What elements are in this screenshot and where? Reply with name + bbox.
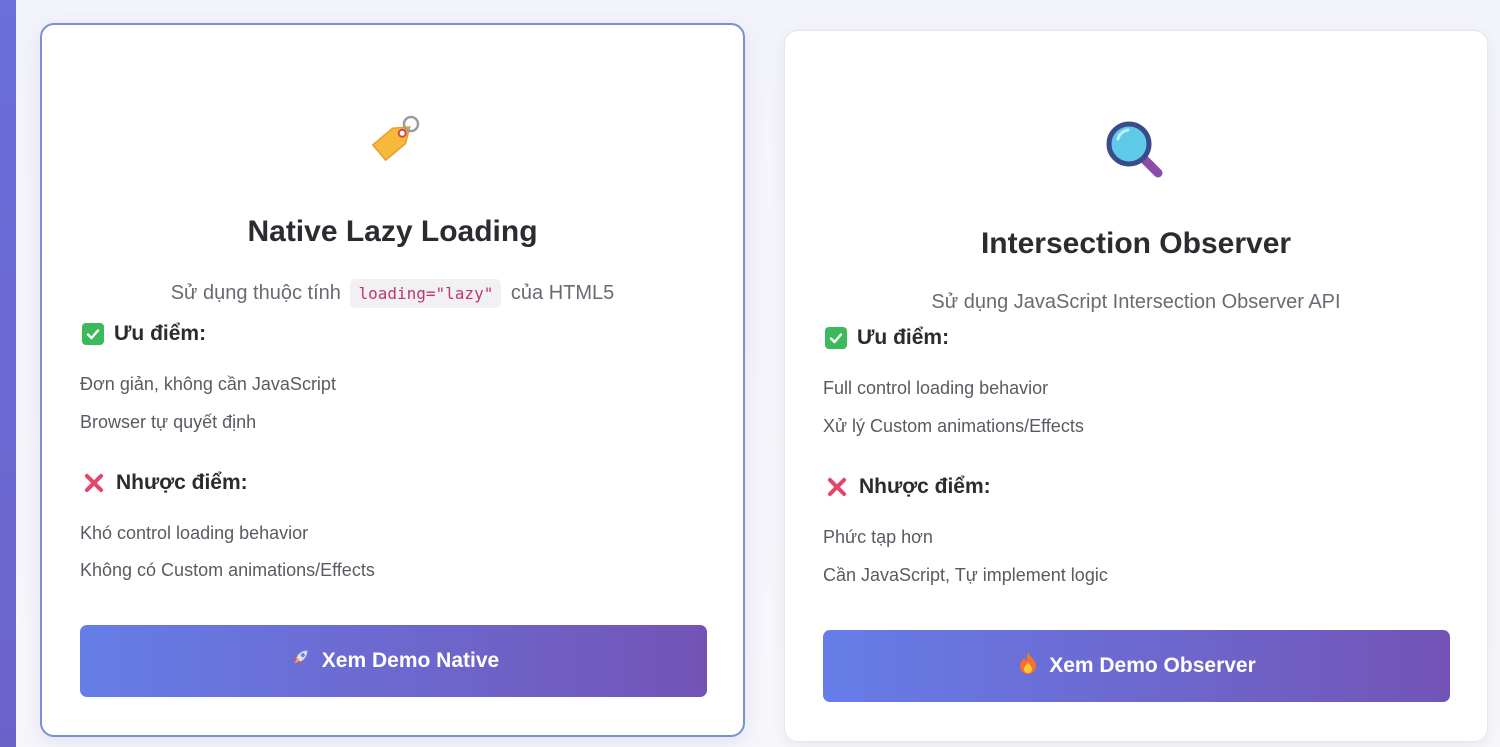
- rocket-icon: [288, 646, 312, 676]
- pros-heading-label: Ưu điểm:: [857, 326, 950, 349]
- demo-observer-button[interactable]: Xem Demo Observer: [823, 630, 1450, 702]
- pros-item: Full control loading behavior: [823, 378, 1049, 398]
- tag-icon: [42, 109, 743, 173]
- cross-icon: [825, 475, 849, 499]
- left-accent-strip: [0, 0, 16, 747]
- description-text-before: Sử dụng thuộc tính: [170, 281, 341, 304]
- card-title: Native Lazy Loading: [247, 215, 538, 248]
- cons-heading-label: Nhược điểm:: [116, 471, 248, 494]
- button-label: Xem Demo Observer: [1049, 654, 1256, 677]
- pros-heading: Ưu điểm:: [825, 326, 949, 350]
- code-snippet: loading="lazy": [350, 279, 502, 308]
- card-description: Sử dụng JavaScript Intersection Observer…: [931, 291, 1341, 313]
- pros-heading-label: Ưu điểm:: [114, 322, 207, 345]
- magnifier-icon: [785, 119, 1487, 183]
- cons-item: Không có Custom animations/Effects: [80, 560, 375, 580]
- card-native-lazy-loading: Native Lazy Loading Sử dụng thuộc tính l…: [40, 23, 745, 737]
- fire-icon: [1017, 651, 1039, 681]
- cross-icon: [82, 471, 106, 495]
- pros-item: Browser tự quyết định: [80, 412, 257, 432]
- cons-heading: Nhược điểm:: [825, 475, 991, 499]
- check-icon: [82, 323, 104, 345]
- cons-item: Cần JavaScript, Tự implement logic: [823, 565, 1108, 585]
- cons-heading-label: Nhược điểm:: [859, 475, 991, 498]
- cons-item: Phức tạp hơn: [823, 527, 933, 547]
- button-label: Xem Demo Native: [321, 649, 500, 672]
- card-intersection-observer: Intersection Observer Sử dụng JavaScript…: [784, 30, 1488, 742]
- pros-item: Xử lý Custom animations/Effects: [823, 416, 1084, 436]
- pros-heading: Ưu điểm:: [82, 322, 206, 346]
- demo-native-button[interactable]: Xem Demo Native: [80, 625, 707, 697]
- cons-item: Khó control loading behavior: [80, 523, 309, 543]
- cons-heading: Nhược điểm:: [82, 471, 248, 495]
- card-title: Intersection Observer: [980, 227, 1292, 260]
- card-description: Sử dụng thuộc tính loading="lazy" của HT…: [42, 279, 743, 308]
- description-text-after: của HTML5: [510, 281, 615, 304]
- pros-item: Đơn giản, không cần JavaScript: [80, 374, 336, 394]
- check-icon: [825, 327, 847, 349]
